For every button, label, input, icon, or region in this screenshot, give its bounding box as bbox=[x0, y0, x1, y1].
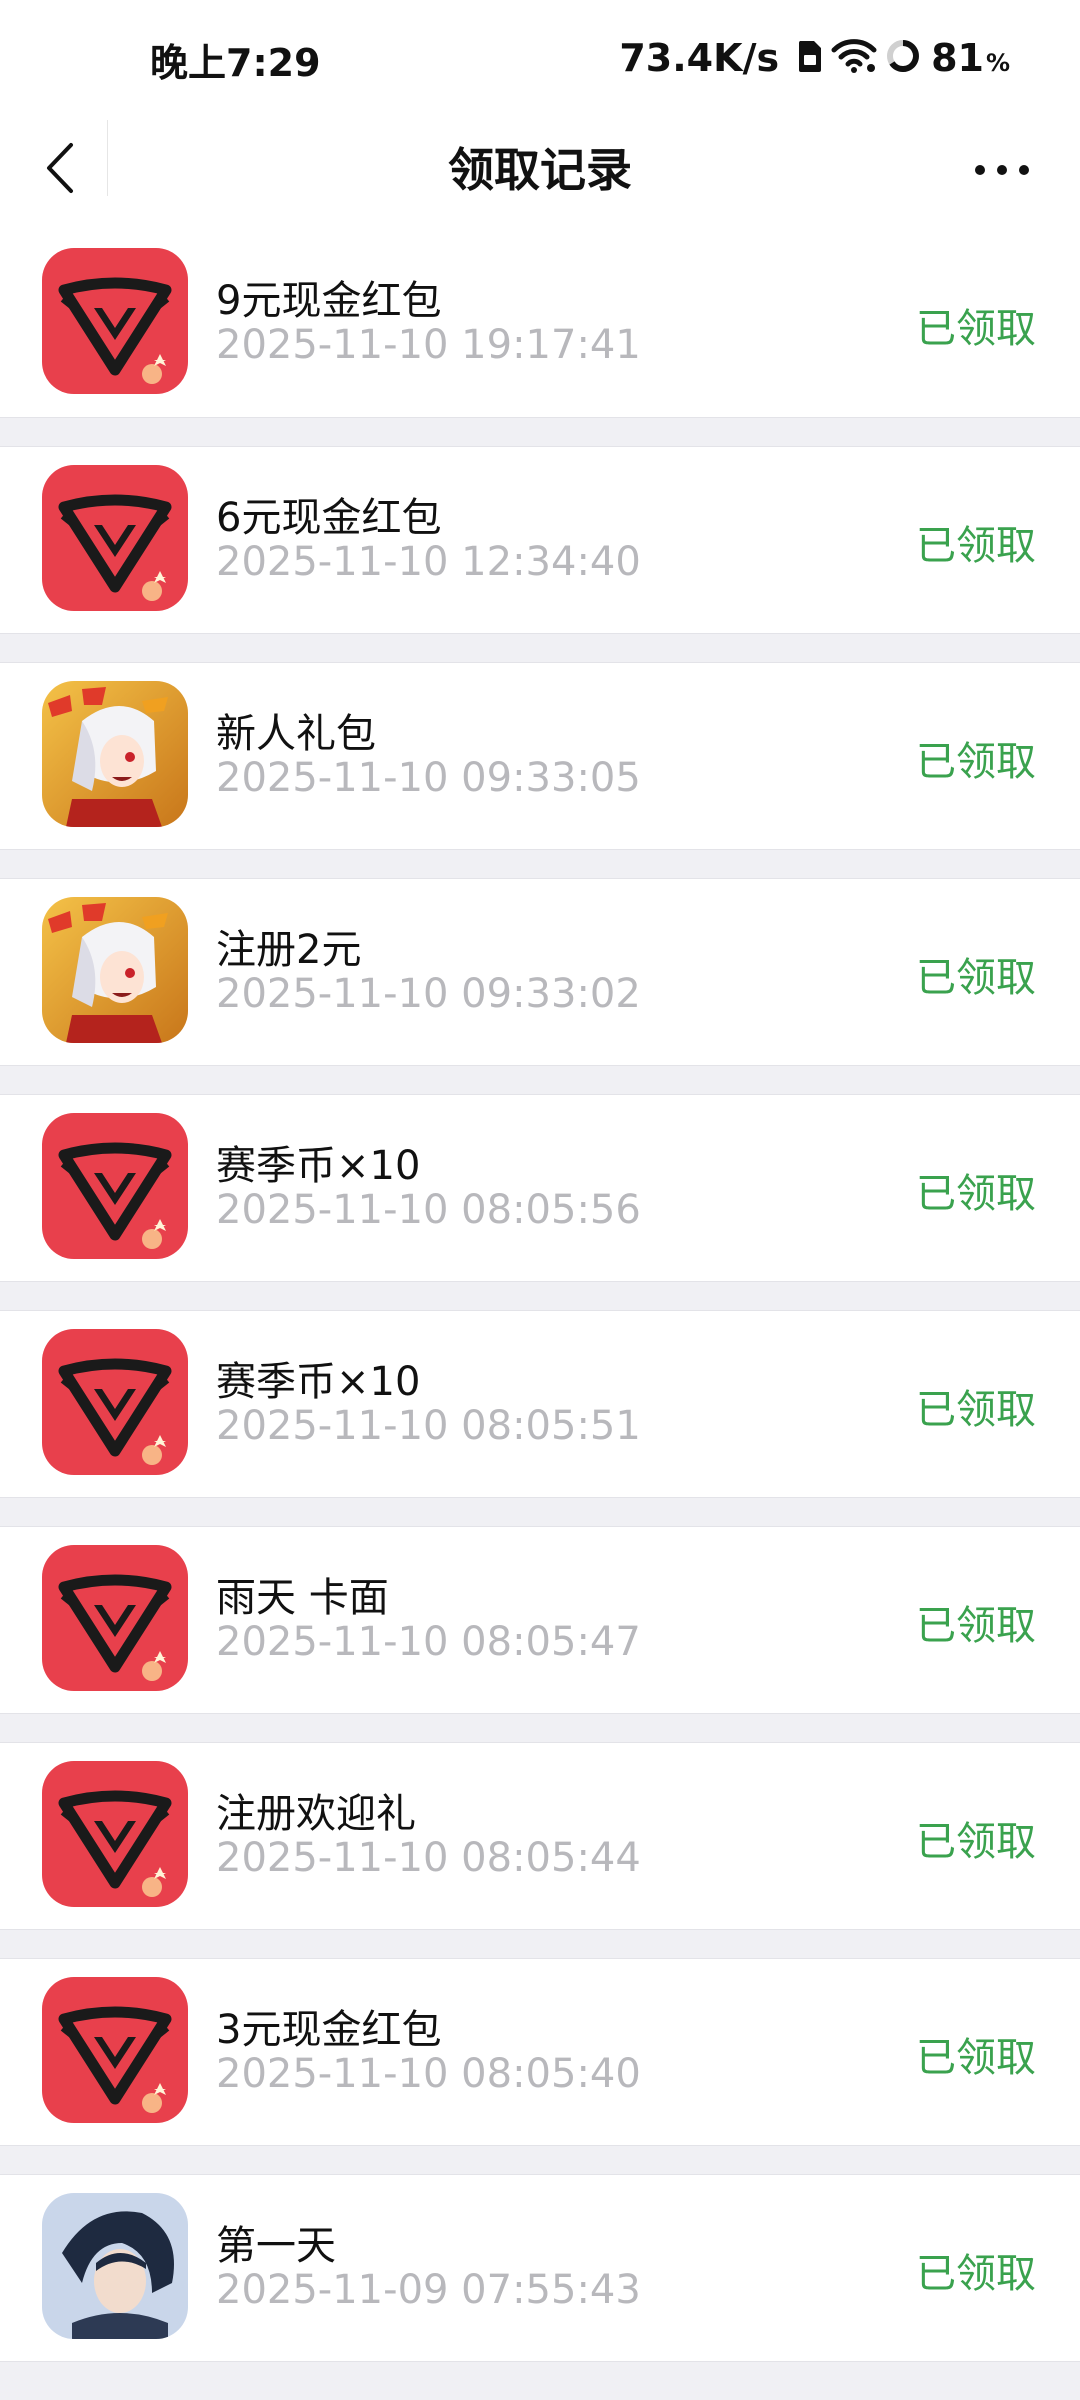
red-shield-game-icon bbox=[42, 1761, 188, 1907]
battery-ring-icon bbox=[885, 38, 921, 78]
record-time: 2025-11-09 07:55:43 bbox=[216, 2267, 641, 2313]
record-row[interactable]: 注册2元 2025-11-10 09:33:02 已领取 bbox=[0, 878, 1080, 1066]
record-row[interactable]: 新人礼包 2025-11-10 09:33:05 已领取 bbox=[0, 662, 1080, 850]
claimed-status: 已领取 bbox=[916, 1171, 1036, 1217]
record-title: 3元现金红包 bbox=[216, 2007, 442, 2053]
wifi-icon bbox=[831, 38, 877, 78]
claimed-status: 已领取 bbox=[916, 2035, 1036, 2081]
status-time: 晚上7:29 bbox=[150, 41, 321, 85]
red-shield-game-icon bbox=[42, 1545, 188, 1691]
record-time: 2025-11-10 08:05:40 bbox=[216, 2051, 641, 2097]
page-title: 领取记录 bbox=[448, 143, 632, 197]
status-bar: 晚上7:29 73.4K/s 81 % bbox=[0, 0, 1080, 110]
anime-character-game-icon bbox=[42, 897, 188, 1043]
back-button[interactable] bbox=[20, 130, 100, 210]
record-title: 第一天 bbox=[216, 2223, 336, 2269]
claimed-status: 已领取 bbox=[916, 1387, 1036, 1433]
record-time: 2025-11-10 19:17:41 bbox=[216, 322, 641, 368]
record-time: 2025-11-10 08:05:44 bbox=[216, 1835, 641, 1881]
red-shield-game-icon bbox=[42, 465, 188, 611]
record-time: 2025-11-10 09:33:02 bbox=[216, 971, 641, 1017]
status-right-group: 73.4K/s 81 % bbox=[619, 32, 1010, 84]
red-shield-game-icon bbox=[42, 1977, 188, 2123]
claimed-status: 已领取 bbox=[916, 955, 1036, 1001]
record-time: 2025-11-10 12:34:40 bbox=[216, 539, 641, 585]
record-row[interactable]: 赛季币×10 2025-11-10 08:05:56 已领取 bbox=[0, 1094, 1080, 1282]
record-row[interactable]: 6元现金红包 2025-11-10 12:34:40 已领取 bbox=[0, 446, 1080, 634]
nav-bar: 领取记录 bbox=[0, 110, 1080, 230]
record-time: 2025-11-10 09:33:05 bbox=[216, 755, 641, 801]
record-list: 9元现金红包 2025-11-10 19:17:41 已领取 6元现金红包 2025-… bbox=[0, 230, 1080, 2390]
chevron-left-icon bbox=[43, 141, 77, 199]
record-title: 赛季币×10 bbox=[216, 1143, 421, 1189]
claimed-status: 已领取 bbox=[916, 1819, 1036, 1865]
record-title: 新人礼包 bbox=[216, 711, 376, 757]
record-time: 2025-11-10 08:05:47 bbox=[216, 1619, 641, 1665]
record-title: 注册2元 bbox=[216, 927, 362, 973]
red-shield-game-icon bbox=[42, 1329, 188, 1475]
battery-level: 81 bbox=[931, 36, 984, 80]
network-speed: 73.4K/s bbox=[619, 36, 780, 80]
more-dots-icon bbox=[974, 161, 1030, 180]
battery-unit: % bbox=[985, 49, 1010, 77]
record-title: 赛季币×10 bbox=[216, 1359, 421, 1405]
claimed-status: 已领取 bbox=[916, 739, 1036, 785]
record-row[interactable]: 9元现金红包 2025-11-10 19:17:41 已领取 bbox=[0, 230, 1080, 418]
record-title: 注册欢迎礼 bbox=[216, 1791, 416, 1837]
sim-card-icon bbox=[797, 39, 823, 77]
record-row[interactable]: 第一天 2025-11-09 07:55:43 已领取 bbox=[0, 2174, 1080, 2362]
red-shield-game-icon bbox=[42, 248, 188, 394]
record-row[interactable]: 雨天 卡面 2025-11-10 08:05:47 已领取 bbox=[0, 1526, 1080, 1714]
record-title: 6元现金红包 bbox=[216, 495, 442, 541]
record-row[interactable]: 注册欢迎礼 2025-11-10 08:05:44 已领取 bbox=[0, 1742, 1080, 1930]
record-time: 2025-11-10 08:05:56 bbox=[216, 1187, 641, 1233]
red-shield-game-icon bbox=[42, 1113, 188, 1259]
record-title: 9元现金红包 bbox=[216, 278, 442, 324]
nav-divider bbox=[107, 120, 108, 196]
record-row[interactable]: 3元现金红包 2025-11-10 08:05:40 已领取 bbox=[0, 1958, 1080, 2146]
record-time: 2025-11-10 08:05:51 bbox=[216, 1403, 641, 1449]
portrait-game-icon bbox=[42, 2193, 188, 2339]
anime-character-game-icon bbox=[42, 681, 188, 827]
more-button[interactable] bbox=[952, 130, 1052, 210]
claimed-status: 已领取 bbox=[916, 306, 1036, 352]
record-row[interactable]: 赛季币×10 2025-11-10 08:05:51 已领取 bbox=[0, 1310, 1080, 1498]
claimed-status: 已领取 bbox=[916, 2251, 1036, 2297]
record-title: 雨天 卡面 bbox=[216, 1575, 389, 1621]
claimed-status: 已领取 bbox=[916, 523, 1036, 569]
claimed-status: 已领取 bbox=[916, 1603, 1036, 1649]
